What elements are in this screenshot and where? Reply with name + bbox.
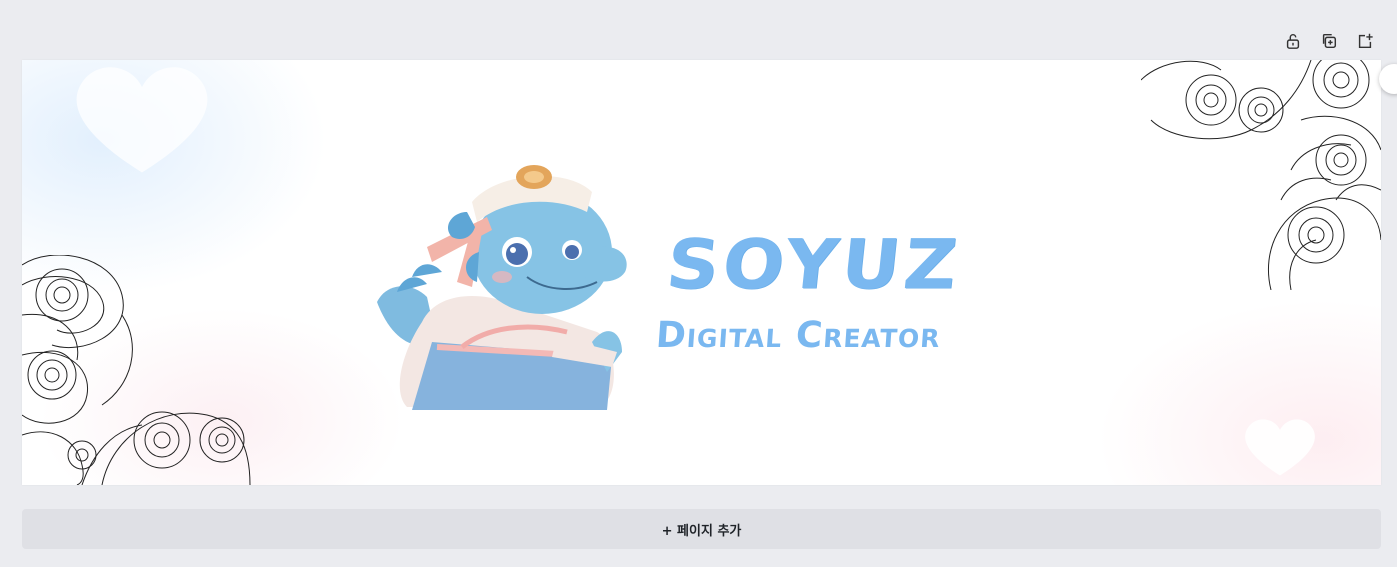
banner-subtitle: Digital Creator: [654, 315, 943, 356]
banner-title: SOYUZ: [662, 224, 965, 304]
heart-decoration: [1245, 419, 1315, 476]
canvas-side-handle[interactable]: [1379, 64, 1397, 94]
lock-button[interactable]: [1283, 30, 1303, 52]
add-page-button[interactable]: [1355, 30, 1375, 52]
add-page-bar[interactable]: + 페이지 추가: [22, 509, 1381, 549]
dragon-mascot-illustration: [377, 165, 627, 410]
add-page-icon: [1358, 33, 1373, 49]
lock-open-icon: [1286, 34, 1300, 49]
design-canvas[interactable]: SOYUZ Digital Creator: [22, 60, 1381, 485]
page-toolbar: [1283, 30, 1375, 52]
swirl-ornament-top-right: [1141, 60, 1381, 290]
duplicate-page-button[interactable]: [1319, 30, 1339, 52]
duplicate-page-icon: [1322, 33, 1337, 49]
swirl-ornament-bottom-left: [22, 255, 251, 485]
heart-decoration: [76, 67, 208, 173]
